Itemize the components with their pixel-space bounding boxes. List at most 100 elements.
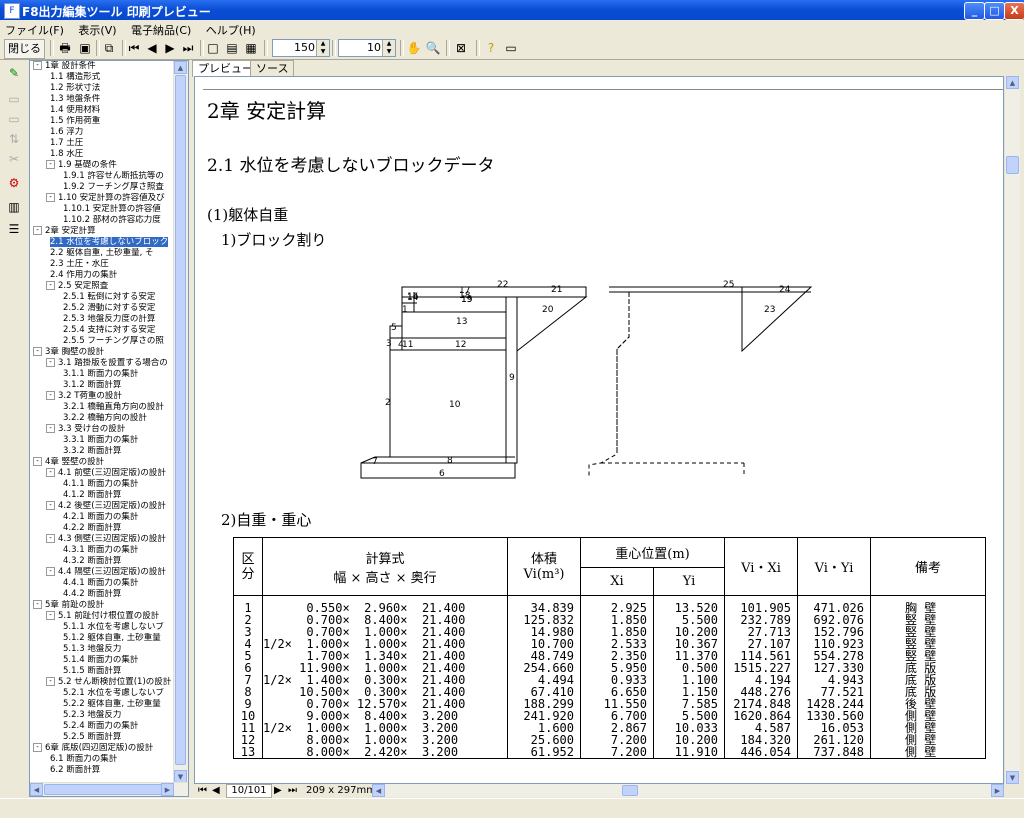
save-icon[interactable]: ▣ xyxy=(76,39,94,57)
tree-item[interactable]: 5.1.3 地盤反力 xyxy=(59,644,121,655)
tree-item[interactable]: 5.2.1 水位を考慮しないブ xyxy=(59,688,164,699)
tree-collapse-icon[interactable]: - xyxy=(46,358,55,367)
tree-item[interactable]: 5.1.1 水位を考慮しないブ xyxy=(59,622,164,633)
scroll-left-icon[interactable]: ◀ xyxy=(30,783,43,796)
document-icon[interactable]: ▥ xyxy=(4,198,24,216)
tree-collapse-icon[interactable]: - xyxy=(33,600,42,609)
scroll-left-icon[interactable]: ◀ xyxy=(372,784,385,797)
tree-item[interactable]: 1.5 作用荷重 xyxy=(46,116,100,127)
scroll-up-icon[interactable]: ▲ xyxy=(1006,76,1019,89)
tree-collapse-icon[interactable]: - xyxy=(46,281,55,290)
tree-item[interactable]: 4.2.2 断面計算 xyxy=(59,523,121,534)
tree-item[interactable]: 1.10.2 部材の許容応力度 xyxy=(59,215,161,226)
tree-item[interactable]: 1.9.1 許容せん断抵抗等の xyxy=(59,171,164,182)
tree-item[interactable]: 2.5.2 滑動に対する安定 xyxy=(59,303,155,314)
prev-page-icon[interactable]: ◀ xyxy=(144,39,160,57)
tree-item[interactable]: 5.1.4 断面力の集計 xyxy=(59,655,138,666)
tree-item[interactable]: 2.4 作用力の集計 xyxy=(46,270,117,281)
tree-item[interactable]: 5.2.2 躯体自重, 土砂重量 xyxy=(59,699,161,710)
tree-collapse-icon[interactable]: - xyxy=(46,534,55,543)
tree-item[interactable]: 3.1.2 断面計算 xyxy=(59,380,121,391)
close-button[interactable]: 閉じる xyxy=(4,39,45,59)
tree-item[interactable]: 4.4.2 断面計算 xyxy=(59,589,121,600)
tree-item[interactable]: 5.2.3 地盤反力 xyxy=(59,710,121,721)
tree-item[interactable]: -2章 安定計算 xyxy=(33,226,96,237)
tree-collapse-icon[interactable]: - xyxy=(46,391,55,400)
magnifier-icon[interactable]: 🔍 xyxy=(424,39,442,57)
last-page-nav-icon[interactable]: ⏭ xyxy=(288,785,297,796)
tree-item[interactable]: 1.8 水圧 xyxy=(46,149,83,160)
scroll-up-icon[interactable]: ▲ xyxy=(174,61,187,74)
menu-help[interactable]: ヘルプ(H) xyxy=(201,20,262,38)
tree-vertical-scrollbar[interactable]: ▲ ▼ xyxy=(173,61,188,783)
tree-item[interactable]: 2.1 水位を考慮しないブロック xyxy=(46,237,169,248)
tree-item[interactable]: 4.1.1 断面力の集計 xyxy=(59,479,138,490)
tree-item[interactable]: 4.2.1 断面力の集計 xyxy=(59,512,138,523)
tree-item[interactable]: 1.2 形状寸法 xyxy=(46,83,100,94)
scroll-thumb[interactable] xyxy=(1006,156,1019,174)
tree-item[interactable]: 2.3 土圧・水圧 xyxy=(46,259,109,270)
tree-collapse-icon[interactable]: - xyxy=(46,160,55,169)
next-page-icon[interactable]: ▶ xyxy=(162,39,178,57)
tree-collapse-icon[interactable]: - xyxy=(46,567,55,576)
help-icon[interactable]: ? xyxy=(482,39,500,57)
close-window-button[interactable]: X xyxy=(1004,2,1024,20)
about-icon[interactable]: ▭ xyxy=(502,39,520,57)
menu-view[interactable]: 表示(V) xyxy=(73,20,122,38)
tree-item[interactable]: -6章 底版(四辺固定版)の設計 xyxy=(33,743,153,754)
tree-item[interactable]: -4章 竪壁の設計 xyxy=(33,457,104,468)
tree-item[interactable]: 1.9.2 フーチング厚さ照査 xyxy=(59,182,164,193)
move-icon[interactable]: ⇅ xyxy=(4,130,24,148)
list-icon[interactable]: ☰ xyxy=(4,220,24,238)
tree-item[interactable]: 4.4.1 断面力の集計 xyxy=(59,578,138,589)
minimize-button[interactable]: _ xyxy=(964,2,985,20)
preview-vertical-scrollbar[interactable]: ▲ ▼ xyxy=(1004,76,1020,784)
tree-item[interactable]: 6.2 断面計算 xyxy=(46,765,100,776)
tree-collapse-icon[interactable]: - xyxy=(46,468,55,477)
tree-item[interactable]: -4.2 後壁(三辺固定版)の設計 xyxy=(46,501,166,512)
tree-item[interactable]: 4.3.2 断面計算 xyxy=(59,556,121,567)
menu-file[interactable]: ファイル(F) xyxy=(0,20,70,38)
next-page-nav-icon[interactable]: ▶ xyxy=(274,785,282,796)
edit-pen-icon[interactable]: ✎ xyxy=(4,64,24,82)
tree-collapse-icon[interactable]: - xyxy=(33,457,42,466)
tree-item[interactable]: 3.3.1 断面力の集計 xyxy=(59,435,138,446)
scroll-thumb[interactable] xyxy=(622,785,638,796)
tree-item[interactable]: -4.1 前壁(三辺固定版)の設計 xyxy=(46,468,166,479)
tree-item[interactable]: 1.4 使用材料 xyxy=(46,105,100,116)
tree-item[interactable]: 2.5.1 転倒に対する安定 xyxy=(59,292,155,303)
tree-item[interactable]: -1.9 基礎の条件 xyxy=(46,160,117,171)
tree-item[interactable]: -1.10 安定計算の許容値及び xyxy=(46,193,165,204)
page-step-spinner[interactable]: 10 ▲ ▼ xyxy=(338,39,396,57)
tree-item[interactable]: 3.2.1 橋軸直角方向の設計 xyxy=(59,402,164,413)
cut-icon[interactable]: ✂ xyxy=(4,150,24,168)
two-page-icon[interactable]: ▤ xyxy=(224,39,240,57)
tree-item[interactable]: 5.2.5 断面計算 xyxy=(59,732,121,743)
tree-item[interactable]: -5.1 前趾付け根位置の設計 xyxy=(46,611,159,622)
tree-collapse-icon[interactable]: - xyxy=(46,611,55,620)
fit-page-icon[interactable]: ⊠ xyxy=(452,39,470,57)
scroll-thumb[interactable] xyxy=(44,784,164,795)
tree-horizontal-scrollbar[interactable]: ◀ ▶ xyxy=(30,782,188,796)
first-page-nav-icon[interactable]: ⏮ xyxy=(198,785,207,796)
tree-item[interactable]: 1.3 地盤条件 xyxy=(46,94,100,105)
insert-icon[interactable]: ▭ xyxy=(4,90,24,108)
tree-collapse-icon[interactable]: - xyxy=(33,61,42,70)
hand-tool-icon[interactable]: ✋ xyxy=(405,39,423,57)
tree-item[interactable]: -1章 設計条件 xyxy=(33,61,96,72)
scroll-thumb[interactable] xyxy=(175,75,186,765)
tree-item[interactable]: 6.1 断面力の集計 xyxy=(46,754,117,765)
settings-icon[interactable]: ⚙ xyxy=(4,174,24,192)
tree-collapse-icon[interactable]: - xyxy=(46,501,55,510)
tree-collapse-icon[interactable]: - xyxy=(33,226,42,235)
tree-collapse-icon[interactable]: - xyxy=(46,424,55,433)
preview-horizontal-scrollbar[interactable]: ◀ ▶ xyxy=(372,784,1004,797)
prev-page-nav-icon[interactable]: ◀ xyxy=(212,785,220,796)
last-page-icon[interactable]: ⏭ xyxy=(180,39,196,57)
tree-item[interactable]: 1.7 土圧 xyxy=(46,138,83,149)
tree-item[interactable]: -5章 前趾の設計 xyxy=(33,600,104,611)
tree-item[interactable]: 3.1.1 断面力の集計 xyxy=(59,369,138,380)
tree-item[interactable]: 3.3.2 断面計算 xyxy=(59,446,121,457)
tree-item[interactable]: 5.1.5 断面計算 xyxy=(59,666,121,677)
scroll-right-icon[interactable]: ▶ xyxy=(161,783,174,796)
